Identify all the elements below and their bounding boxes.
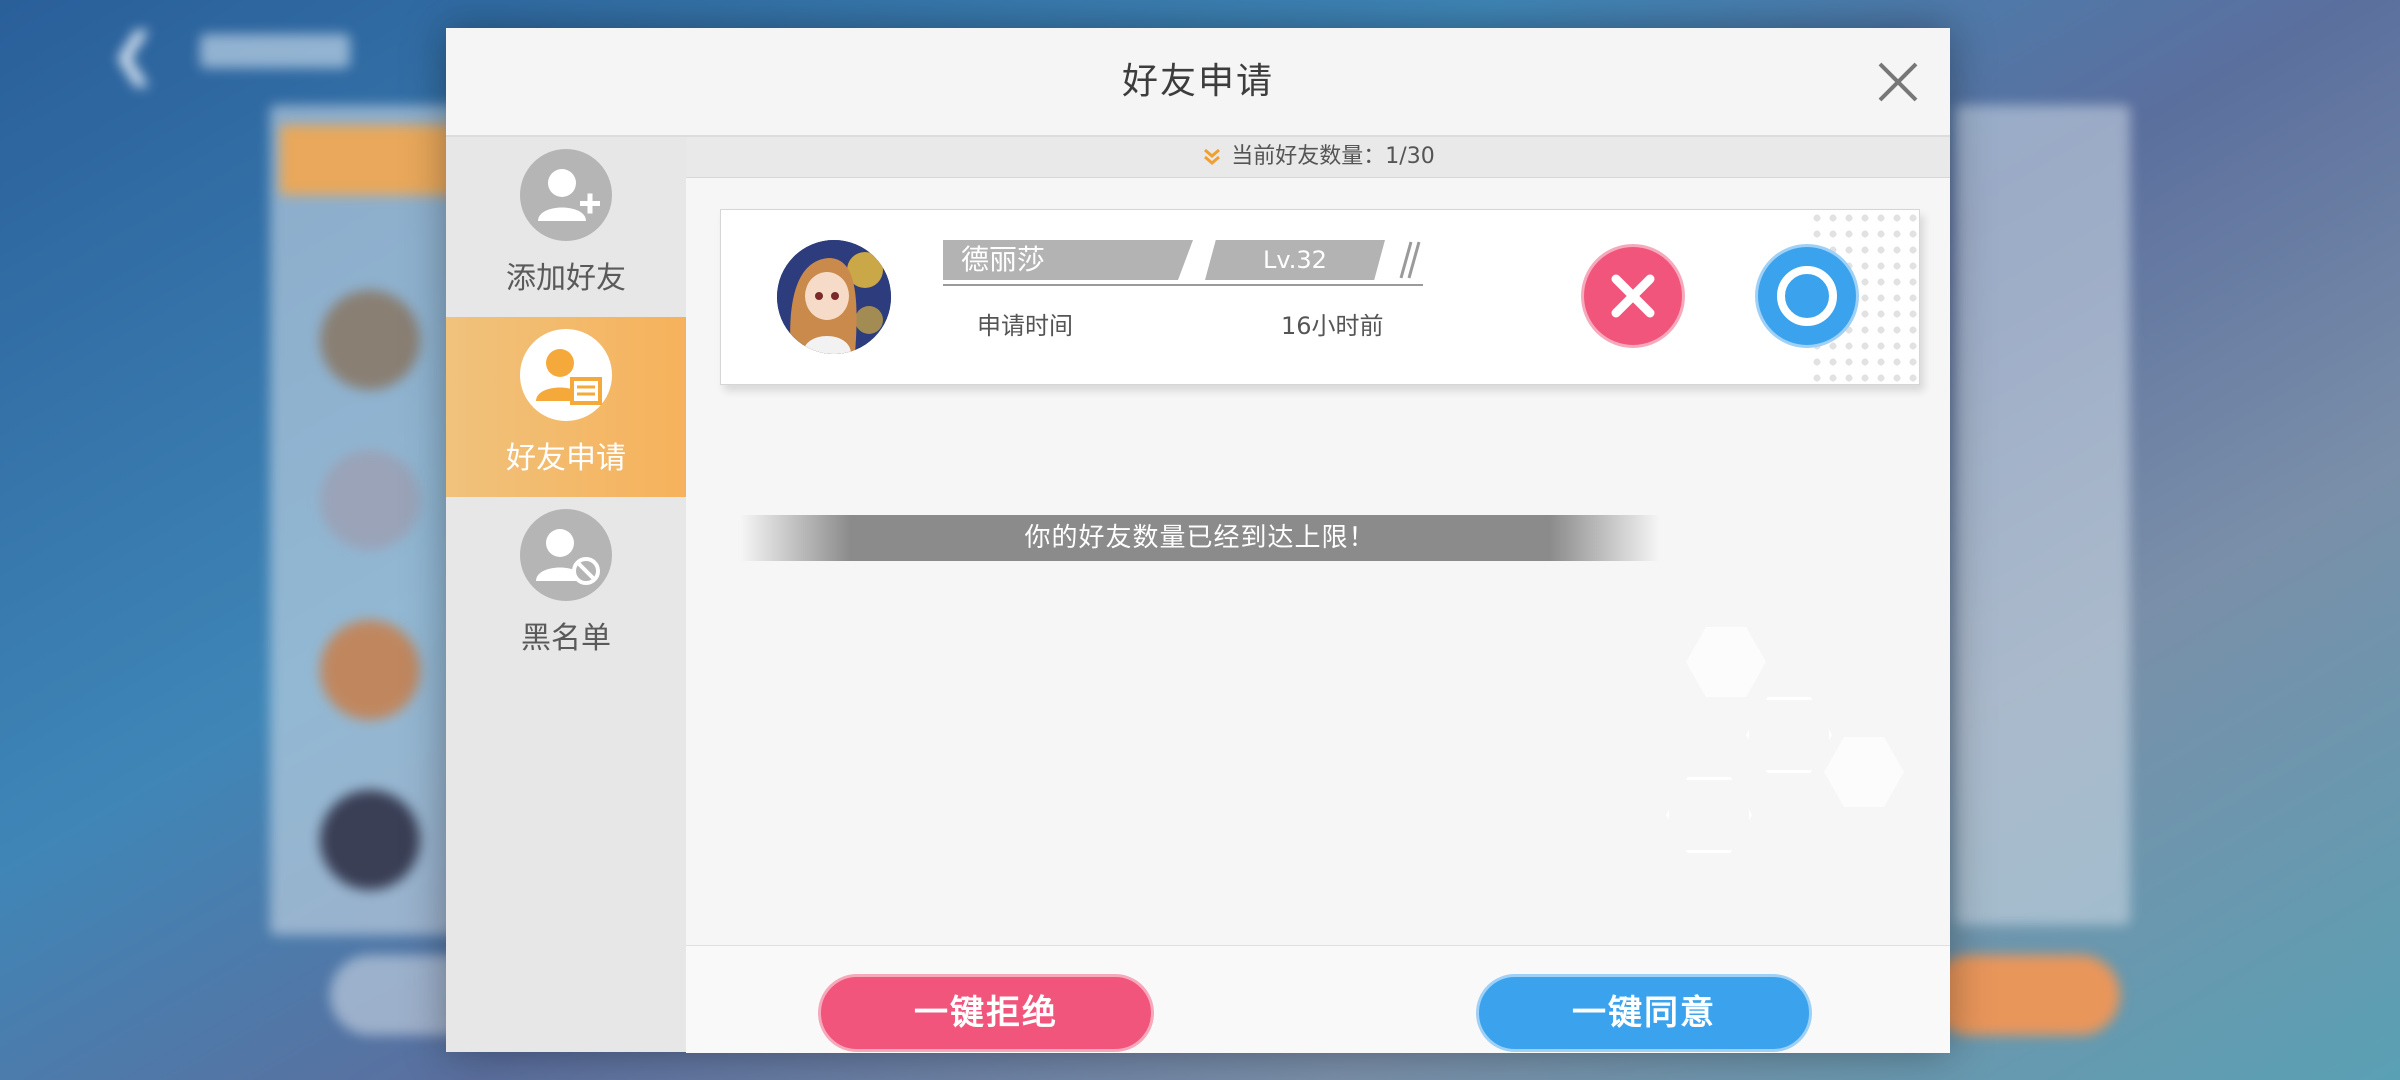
dialog-sidebar: 添加好友 好友申请 黑名单 [446,137,686,1052]
friend-count-bar: 当前好友数量：1/30 [686,137,1950,178]
requester-name: 德丽莎 [961,243,1046,276]
background-button [1930,955,2120,1035]
close-button[interactable] [1874,58,1922,106]
dialog-footer: 一键拒绝 一键同意 [686,945,1950,1053]
avatar[interactable] [777,240,891,354]
cross-icon [1611,274,1655,318]
slash-decoration [1399,241,1421,279]
background-avatar [320,290,420,390]
request-list-panel: 当前好友数量：1/30 德丽莎 Lv.32 申请时间 16小时前 你的好友数量已… [686,137,1950,1053]
name-underline [943,284,1423,286]
sidebar-item-blacklist[interactable]: 黑名单 [446,497,686,677]
accept-request-button[interactable] [1755,244,1859,348]
reject-all-button[interactable]: 一键拒绝 [818,974,1154,1052]
reject-request-button[interactable] [1581,244,1685,348]
background-title [200,34,350,68]
background-avatar [320,450,420,550]
friend-request-icon [520,329,612,421]
background-avatar [320,790,420,890]
hexagon-decoration [1824,737,1904,807]
friend-count-text: 当前好友数量：1/30 [1231,144,1435,169]
friend-limit-notice: 你的好友数量已经到达上限！ [1024,523,1376,553]
accept-all-button[interactable]: 一键同意 [1476,974,1812,1052]
sidebar-item-label: 好友申请 [506,441,626,476]
request-time-value: 16小时前 [1281,312,1384,340]
background-side-panel [1955,105,2130,925]
friend-request-dialog: 好友申请 添加好友 好友申请 黑名单 当前好友数量：1/30 德丽莎 Lv.32… [446,28,1950,1053]
friend-count-row: 当前好友数量：1/30 [686,137,1950,177]
hexagon-decoration [1666,777,1752,853]
background-tab [280,125,460,195]
back-arrow-icon: ❮ [110,22,157,87]
sidebar-item-add-friend[interactable]: 添加好友 [446,137,686,317]
blacklist-icon [520,509,612,601]
sidebar-item-label: 添加好友 [506,261,626,296]
hexagon-decoration [1746,697,1832,773]
requester-level: Lv.32 [1263,246,1327,274]
request-time-label: 申请时间 [977,312,1073,340]
friend-request-card: 德丽莎 Lv.32 申请时间 16小时前 [720,209,1920,385]
close-icon [1878,62,1918,102]
dialog-title: 好友申请 [1121,61,1274,102]
chevron-down-icon [1204,148,1221,165]
background-avatar [320,620,420,720]
hexagon-decoration [1686,627,1766,697]
circle-icon [1777,266,1837,326]
add-friend-icon [520,149,612,241]
sidebar-item-label: 黑名单 [521,621,611,656]
dialog-header: 好友申请 [446,28,1950,137]
sidebar-item-friend-request[interactable]: 好友申请 [446,317,686,497]
